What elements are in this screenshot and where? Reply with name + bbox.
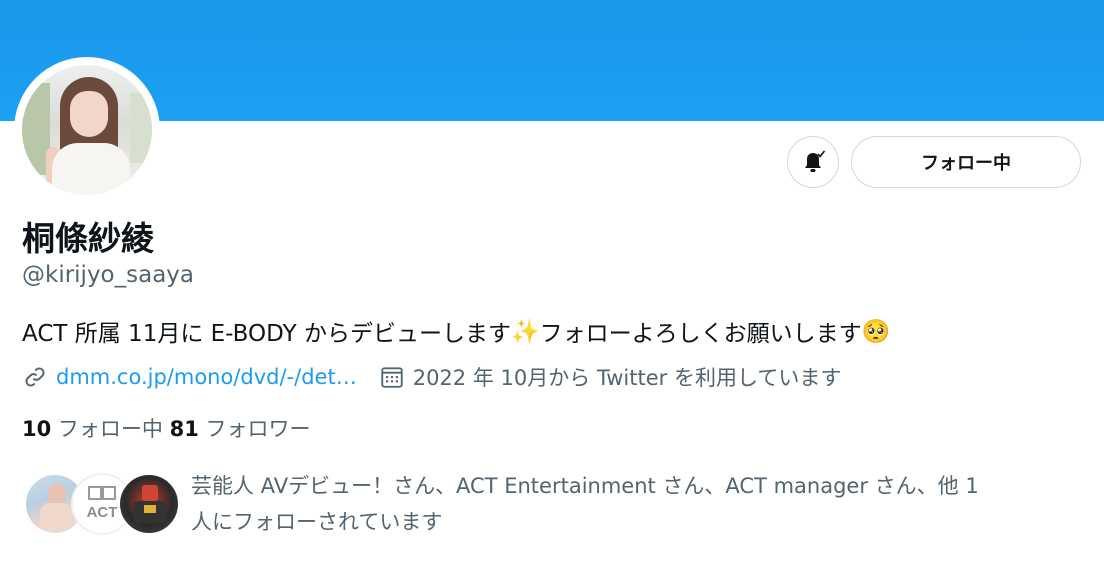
following-button[interactable]: フォロー中 xyxy=(851,136,1081,188)
sparkles-emoji: ✨ xyxy=(510,318,540,345)
followers-stat[interactable]: 81 フォロワー xyxy=(170,417,311,441)
profile-meta: dmm.co.jp/mono/dvd/-/det… 2022 年 10月から T… xyxy=(22,362,841,392)
user-handle: @kirijyo_saaya xyxy=(22,262,195,288)
avatar-photo xyxy=(22,65,152,195)
followers-you-know-avatars[interactable]: ACT xyxy=(24,473,180,537)
following-label: フォロー中 xyxy=(57,417,163,441)
follower-avatar-robot xyxy=(118,473,180,535)
followers-you-know-line2: 人にフォローされています xyxy=(191,510,443,534)
pleading-face-emoji: 🥺 xyxy=(861,318,891,345)
following-count: 10 xyxy=(22,417,52,441)
followers-you-know-line1: 芸能人 AVデビュー！さん、ACT Entertainment さん、ACT m… xyxy=(191,474,979,498)
notifications-button[interactable] xyxy=(787,136,839,188)
calendar-icon xyxy=(381,367,403,388)
profile-avatar[interactable] xyxy=(14,57,160,203)
joined-date: 2022 年 10月から Twitter を利用しています xyxy=(412,366,842,390)
profile-stats: 10 フォロー中 81 フォロワー xyxy=(22,413,311,443)
bio-text: ACT 所属 11月に E-BODY からデビューします xyxy=(22,321,511,347)
display-name: 桐條紗綾 xyxy=(22,219,154,258)
link-icon xyxy=(25,367,45,387)
svg-text:ACT: ACT xyxy=(87,504,118,521)
profile-website-link[interactable]: dmm.co.jp/mono/dvd/-/det… xyxy=(56,365,357,389)
profile-banner[interactable] xyxy=(0,0,1104,121)
following-button-label: フォロー中 xyxy=(921,153,1011,174)
following-stat[interactable]: 10 フォロー中 xyxy=(22,417,163,441)
followers-you-know-text[interactable]: 芸能人 AVデビュー！さん、ACT Entertainment さん、ACT m… xyxy=(191,468,1081,540)
bio-text-2: フォローよろしくお願いします xyxy=(539,321,862,347)
profile-bio: ACT 所属 11月に E-BODY からデビューします ✨ フォローよろしくお… xyxy=(22,314,890,348)
followers-count: 81 xyxy=(169,417,199,441)
bell-check-icon xyxy=(805,150,826,172)
followers-label: フォロワー xyxy=(205,417,311,441)
